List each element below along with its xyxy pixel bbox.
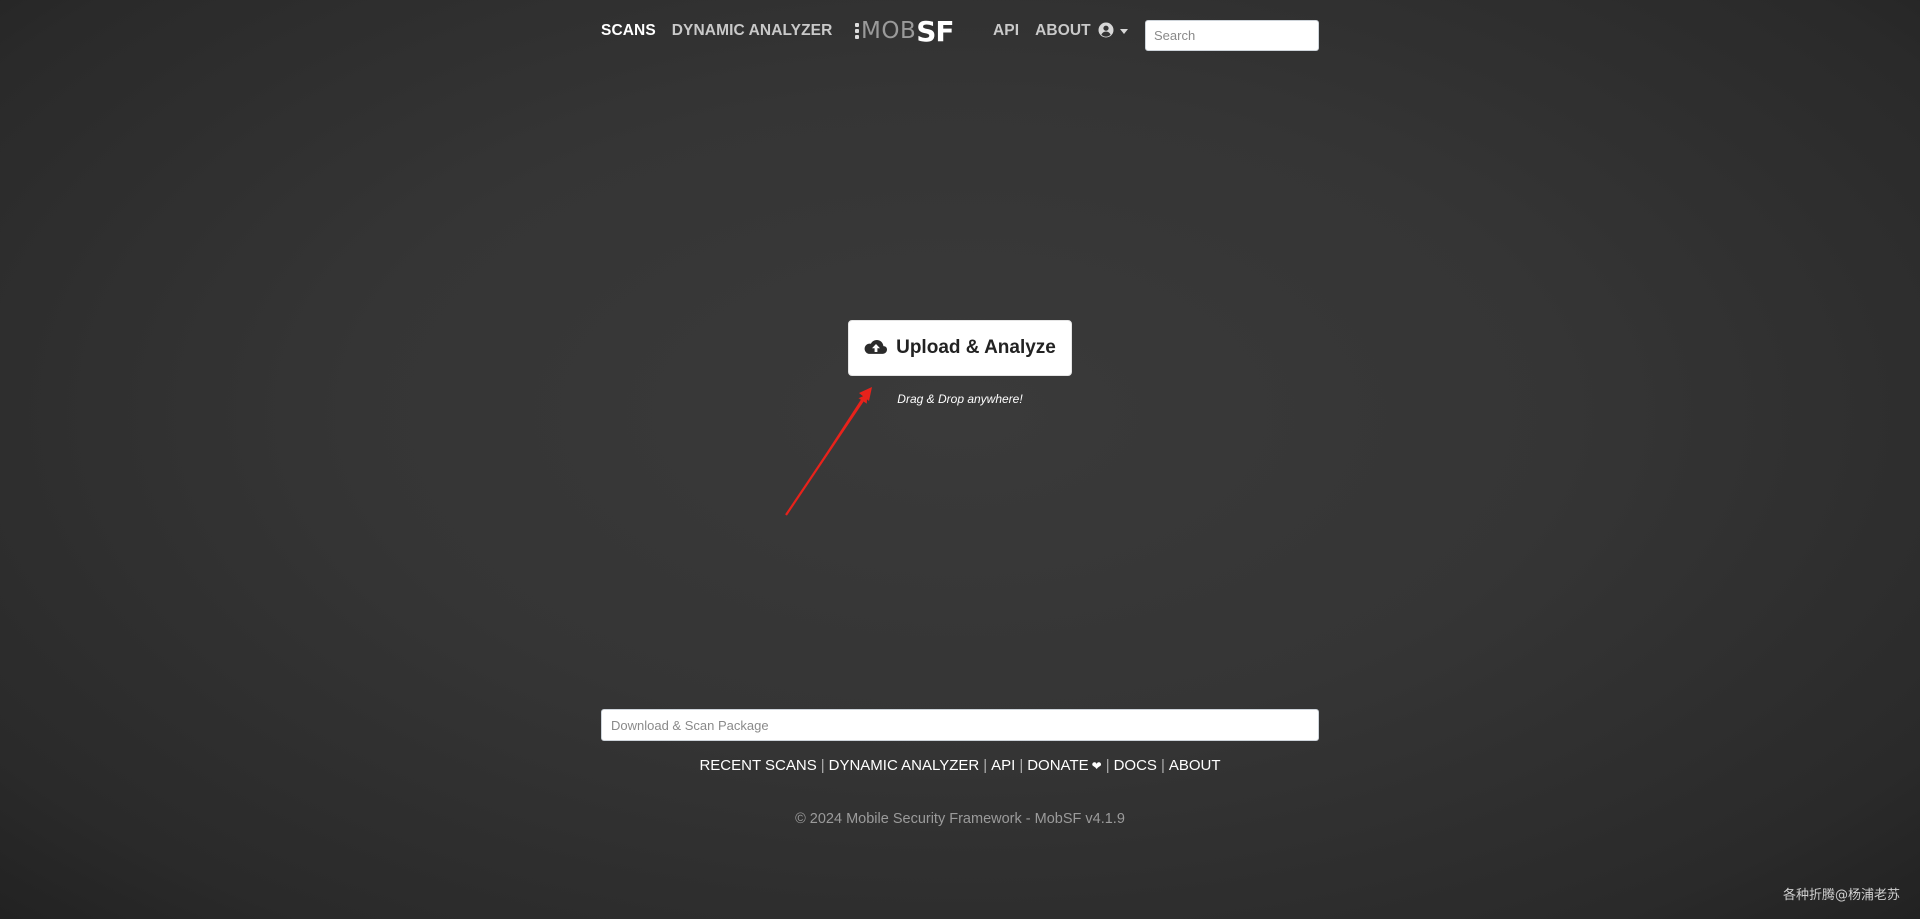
user-circle-icon <box>1098 22 1114 38</box>
nav-api-link[interactable]: API <box>993 22 1019 40</box>
watermark-text: 各种折腾@杨浦老苏 <box>1782 888 1900 903</box>
copyright-text: © 2024 Mobile Security Framework - MobSF… <box>795 811 1125 827</box>
footer-links: RECENT SCANS | DYNAMIC ANALYZER | API | DONATE… <box>601 757 1319 774</box>
top-navbar: SCANS DYNAMIC ANALYZER MOB SF API ABOUT <box>601 0 1319 66</box>
footer-donate-link[interactable]: DONATE ❤ <box>1027 757 1101 774</box>
mobsf-logo[interactable]: MOB SF <box>855 14 955 48</box>
nav-right-group: API ABOUT <box>993 22 1091 40</box>
footer-dynamic-analyzer-link[interactable]: DYNAMIC ANALYZER <box>829 757 980 774</box>
logo-mob-text: MOB <box>861 18 917 44</box>
logo-sf-text: SF <box>916 14 954 48</box>
footer-api-link[interactable]: API <box>991 757 1015 774</box>
logo-dots-icon <box>855 23 859 39</box>
nav-about-link[interactable]: ABOUT <box>1035 22 1091 40</box>
annotation-arrow <box>785 387 872 516</box>
separator: | <box>1160 757 1165 774</box>
upload-button-label: Upload & Analyze <box>896 337 1056 358</box>
drag-drop-hint: Drag & Drop anywhere! <box>897 392 1023 406</box>
nav-scans-link[interactable]: SCANS <box>601 22 656 40</box>
separator: | <box>1019 757 1024 774</box>
upload-analyze-button[interactable]: Upload & Analyze <box>848 320 1072 376</box>
separator: | <box>983 757 988 774</box>
search-input[interactable] <box>1145 20 1319 51</box>
download-scan-package-input[interactable] <box>601 709 1319 741</box>
separator: | <box>1105 757 1110 774</box>
footer-about-link[interactable]: ABOUT <box>1169 757 1221 774</box>
chevron-down-icon <box>1120 28 1128 34</box>
footer-docs-link[interactable]: DOCS <box>1114 757 1157 774</box>
separator: | <box>820 757 825 774</box>
footer-recent-scans-link[interactable]: RECENT SCANS <box>699 757 816 774</box>
cloud-upload-icon <box>864 340 888 354</box>
heart-icon: ❤ <box>1091 759 1102 773</box>
user-menu-dropdown[interactable] <box>1098 22 1128 38</box>
nav-left-group: SCANS DYNAMIC ANALYZER <box>601 22 832 40</box>
donate-label: DONATE <box>1027 757 1089 774</box>
nav-dynamic-analyzer-link[interactable]: DYNAMIC ANALYZER <box>672 22 833 40</box>
